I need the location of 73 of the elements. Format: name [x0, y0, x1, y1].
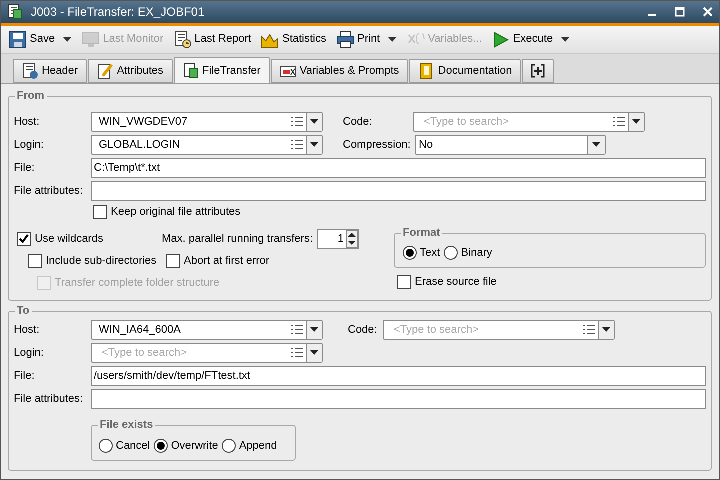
document-icon	[182, 63, 199, 79]
pencil-document-icon	[97, 63, 114, 79]
dropdown-arrow-icon[interactable]	[310, 327, 319, 333]
toolbar-button[interactable]: Print	[336, 28, 398, 50]
field-label: File attributes:	[14, 392, 84, 407]
radio-button[interactable]: Cancel	[99, 438, 150, 454]
tab[interactable]: Documentation	[409, 59, 522, 83]
toolbar-button[interactable]: Save	[9, 28, 72, 50]
dropdown-arrow-icon[interactable]	[310, 142, 319, 148]
field-label: Max. parallel running transfers:	[162, 232, 314, 247]
input-field[interactable]	[91, 389, 706, 409]
radio-button[interactable]: Append	[222, 438, 278, 454]
field-label: File:	[14, 160, 36, 176]
checkbox[interactable]: Use wildcards	[17, 231, 162, 247]
monitor-icon	[82, 30, 100, 48]
list-icon[interactable]	[291, 140, 303, 150]
report-clock-icon	[174, 30, 192, 48]
tab[interactable]: Variables & Prompts	[270, 59, 408, 83]
checkbox[interactable]: Erase source file	[397, 274, 706, 290]
input-field[interactable]	[91, 181, 706, 201]
radio-button[interactable]: Text	[403, 245, 440, 262]
field-label: Host:	[14, 322, 41, 338]
caret-icon	[561, 36, 570, 42]
document-icon	[7, 4, 23, 20]
printer-icon	[336, 30, 354, 48]
list-icon[interactable]	[613, 116, 625, 128]
checkbox[interactable]: Keep original file attributes	[93, 204, 241, 220]
caret-icon	[63, 36, 72, 42]
radio-button[interactable]: Overwrite	[154, 438, 218, 454]
window-title: J003 - FileTransfer: EX_JOBF01	[31, 4, 206, 21]
combo-box[interactable]: WIN_IA64_600A	[91, 320, 323, 340]
field-label: Login:	[14, 138, 45, 153]
toolbar-button[interactable]: Execute	[492, 28, 570, 50]
dropdown-arrow-icon[interactable]	[632, 119, 641, 125]
list-icon[interactable]	[291, 116, 303, 128]
list-icon[interactable]	[291, 348, 303, 358]
spinner-arrows-icon[interactable]	[346, 230, 358, 248]
tab[interactable]: Header	[13, 59, 88, 83]
input-field[interactable]: /users/smith/dev/temp/FTtest.txt	[91, 366, 706, 386]
add-icon	[531, 64, 546, 78]
dropdown-arrow-icon[interactable]	[602, 327, 611, 333]
maximize-icon[interactable]	[675, 7, 685, 17]
toolbar-button[interactable]: Statistics	[261, 28, 326, 50]
dropdown-field[interactable]: No	[415, 135, 606, 155]
tab[interactable]: FileTransfer	[174, 57, 270, 84]
dropdown-arrow-icon[interactable]	[310, 119, 319, 125]
field-label: File:	[14, 368, 36, 384]
caret-icon	[388, 36, 398, 42]
field-label: Compression:	[343, 138, 412, 153]
checkbox[interactable]: Include sub-directories	[28, 253, 166, 269]
book-icon	[418, 63, 434, 79]
close-icon[interactable]	[703, 7, 713, 17]
dropdown-arrow-icon[interactable]	[310, 350, 319, 356]
combo-box[interactable]: GLOBAL.LOGIN	[91, 135, 323, 155]
document-info-icon	[22, 63, 38, 79]
checkmark-icon	[19, 234, 29, 244]
play-icon	[492, 30, 510, 48]
checkbox[interactable]: Abort at first error	[166, 253, 270, 269]
field-label: File attributes:	[14, 184, 84, 199]
radio-button[interactable]: Binary	[444, 245, 492, 262]
list-icon[interactable]	[583, 324, 595, 336]
add-tab[interactable]	[522, 59, 554, 83]
tab[interactable]: Attributes	[88, 59, 173, 83]
field-label: Code:	[343, 114, 374, 130]
input-field[interactable]: C:\Temp\t*.txt	[91, 158, 706, 178]
combo-box[interactable]: WIN_VWGDEV07	[91, 112, 323, 132]
field-label: Host:	[14, 114, 41, 130]
spin-box[interactable]: 1	[317, 229, 360, 249]
dropdown-arrow-icon[interactable]	[592, 142, 601, 148]
field-label: Code:	[348, 322, 378, 338]
list-icon[interactable]	[291, 324, 303, 336]
toolbar-button[interactable]: Last Report	[174, 28, 252, 50]
field-label: Login:	[14, 346, 45, 361]
